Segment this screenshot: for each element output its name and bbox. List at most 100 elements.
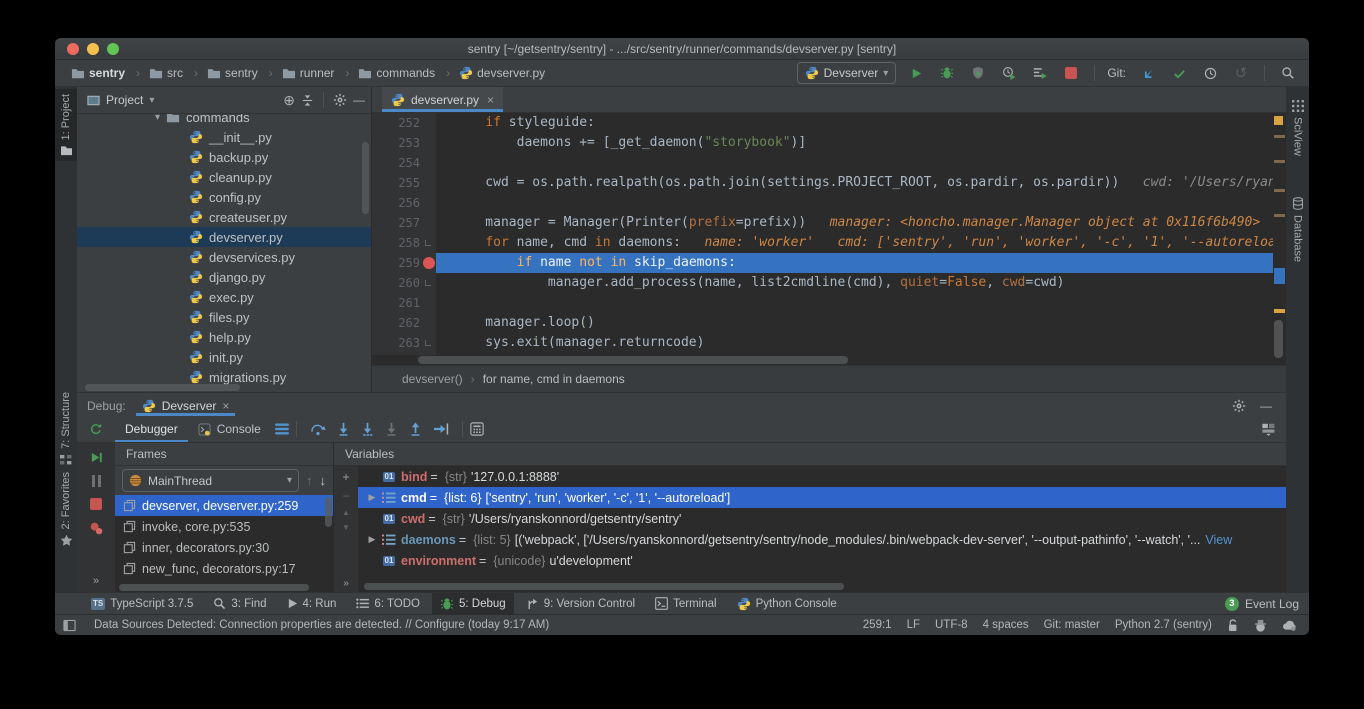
close-session-icon[interactable]: × [222,399,229,413]
code-line-252[interactable]: 252 if styleguide: [372,113,1286,133]
gutter-line-258[interactable]: 258 [372,233,436,253]
tool-button-4--run[interactable]: 4: Run [279,593,345,614]
tool-button-python-console[interactable]: Python Console [729,593,845,614]
debug-session-tab[interactable]: Devserver × [136,399,236,416]
tool-button-5--debug[interactable]: 5: Debug [432,593,514,614]
gutter-line-261[interactable]: 261 [372,293,436,313]
tool-button-9--version-control[interactable]: 9: Version Control [518,593,643,614]
close-window-button[interactable] [67,43,79,55]
fold-marker-icon[interactable] [425,280,431,286]
frame-down-button[interactable]: ↓ [320,474,327,487]
view-breakpoints-button[interactable] [89,521,104,536]
tool-window-button-structure[interactable]: 7: Structure [55,387,77,471]
step-out-button[interactable] [409,422,422,436]
status-widget-259-1[interactable]: 259:1 [863,619,892,631]
tool-button-6--todo[interactable]: 6: TODO [348,593,428,614]
locate-file-button[interactable]: ⊕ [283,93,295,107]
breakpoint-icon[interactable] [423,257,435,269]
status-widget-utf-8[interactable]: UTF-8 [935,619,968,631]
tool-window-button-database[interactable]: Database [1286,192,1309,267]
breadcrumb-item[interactable]: src [147,66,205,80]
gutter-line-262[interactable]: 262 [372,313,436,333]
tool-window-button-sciview[interactable]: SciView [1286,95,1309,161]
view-link[interactable]: View [1205,533,1232,547]
variable-row-bind[interactable]: 01bind={str}'127.0.0.1:8888' [358,466,1286,487]
rerun-button[interactable] [77,422,115,436]
more-actions-button[interactable]: » [93,576,99,587]
project-vertical-scrollbar[interactable] [362,142,369,214]
gutter-line-252[interactable]: 252 [372,113,436,133]
code-line-262[interactable]: 262 manager.loop() [372,313,1286,333]
variable-row-cmd[interactable]: ▶cmd={list: 6}['sentry', 'run', 'worker'… [358,487,1286,508]
run-to-cursor-button[interactable] [433,422,449,436]
tab-debugger[interactable]: Debugger [115,416,188,442]
breadcrumb-item[interactable]: devserver.py [457,66,547,80]
chevron-down-icon[interactable]: ▾ [149,95,154,106]
variable-row-daemons[interactable]: ▶daemons={list: 5}[('webpack', ['/Users/… [358,529,1286,550]
frame-row[interactable]: invoke, core.py:535 [115,516,333,537]
code-line-256[interactable]: 256 [372,193,1286,213]
tree-item-django.py[interactable]: django.py [77,267,371,287]
collapse-all-button[interactable] [301,94,314,107]
gutter-line-259[interactable]: 259 [372,253,436,273]
status-widget-git--master[interactable]: Git: master [1044,619,1100,631]
move-down-button[interactable]: ▼ [342,524,350,532]
breadcrumb-item[interactable]: sentry [69,66,147,80]
tree-item-__init__.py[interactable]: __init__.py [77,127,371,147]
expand-icon[interactable]: ▶ [364,534,380,545]
gutter-line-257[interactable]: 257 [372,213,436,233]
tool-button-3--find[interactable]: 3: Find [205,593,274,614]
editor-tab-devserver[interactable]: devserver.py × [382,87,503,112]
code-line-263[interactable]: 263 sys.exit(manager.returncode) [372,333,1286,353]
gutter-line-260[interactable]: 260 [372,273,436,293]
search-everywhere-button[interactable] [1277,62,1299,84]
rollback-button[interactable]: ↺ [1230,62,1252,84]
frame-row[interactable]: devserver, devserver.py:259 [115,495,333,516]
tool-window-button-project[interactable]: 1: Project [55,89,77,161]
breadcrumb-statement[interactable]: for name, cmd in daemons [483,372,625,386]
code-line-260[interactable]: 260 manager.add_process(name, list2cmdli… [372,273,1286,293]
tree-item-init.py[interactable]: init.py [77,347,371,367]
gutter-line-253[interactable]: 253 [372,133,436,153]
zoom-window-button[interactable] [107,43,119,55]
status-widget-lf[interactable]: LF [907,619,920,631]
commit-button[interactable] [1168,62,1190,84]
code-editor[interactable]: 252 if styleguide:253 daemons += [_get_d… [372,113,1286,355]
tree-item-files.py[interactable]: files.py [77,307,371,327]
tab-console[interactable]: Console [188,416,271,442]
code-line-261[interactable]: 261 [372,293,1286,313]
remove-watch-button[interactable]: − [342,490,349,502]
status-widget-4-spaces[interactable]: 4 spaces [983,619,1029,631]
tool-button-terminal[interactable]: Terminal [647,593,724,614]
variable-row-cwd[interactable]: 01cwd={str}'/Users/ryanskonnord/getsentr… [358,508,1286,529]
status-widget-python-2-7--sentry-[interactable]: Python 2.7 (sentry) [1115,619,1212,631]
frame-row[interactable]: inner, decorators.py:30 [115,537,333,558]
editor-horizontal-scrollbar[interactable] [372,355,1286,365]
tool-window-button-favorites[interactable]: 2: Favorites [55,467,77,552]
code-line-254[interactable]: 254 [372,153,1286,173]
layout-options-button[interactable] [271,418,293,440]
code-line-259[interactable]: 259 if name not in skip_daemons: [372,253,1286,273]
breadcrumb-item[interactable]: commands [356,66,457,80]
step-over-button[interactable] [310,422,326,436]
tree-item-cleanup.py[interactable]: cleanup.py [77,167,371,187]
tree-item-createuser.py[interactable]: createuser.py [77,207,371,227]
expand-icon[interactable]: ▶ [364,492,380,503]
code-line-257[interactable]: 257 manager = Manager(Printer(prefix=pre… [372,213,1286,233]
tree-item-devservices.py[interactable]: devservices.py [77,247,371,267]
fold-marker-icon[interactable] [425,240,431,246]
move-up-button[interactable]: ▲ [342,509,350,517]
frame-row[interactable]: new_func, decorators.py:17 [115,558,333,579]
tree-item-devserver.py[interactable]: devserver.py [77,227,371,247]
gutter-line-256[interactable]: 256 [372,193,436,213]
profiler-button[interactable] [998,62,1020,84]
evaluate-expression-button[interactable] [466,418,488,440]
more-watches-button[interactable]: » [343,579,349,589]
variable-row-environment[interactable]: 01environment={unicode}u'development' [358,550,1286,571]
breadcrumb-item[interactable]: sentry [205,66,280,80]
code-line-253[interactable]: 253 daemons += [_get_daemon("storybook")… [372,133,1286,153]
run-with-coverage-button[interactable] [967,62,989,84]
gutter-line-254[interactable]: 254 [372,153,436,173]
step-out-of-block-button[interactable] [385,422,398,436]
stop-button[interactable] [1060,62,1082,84]
